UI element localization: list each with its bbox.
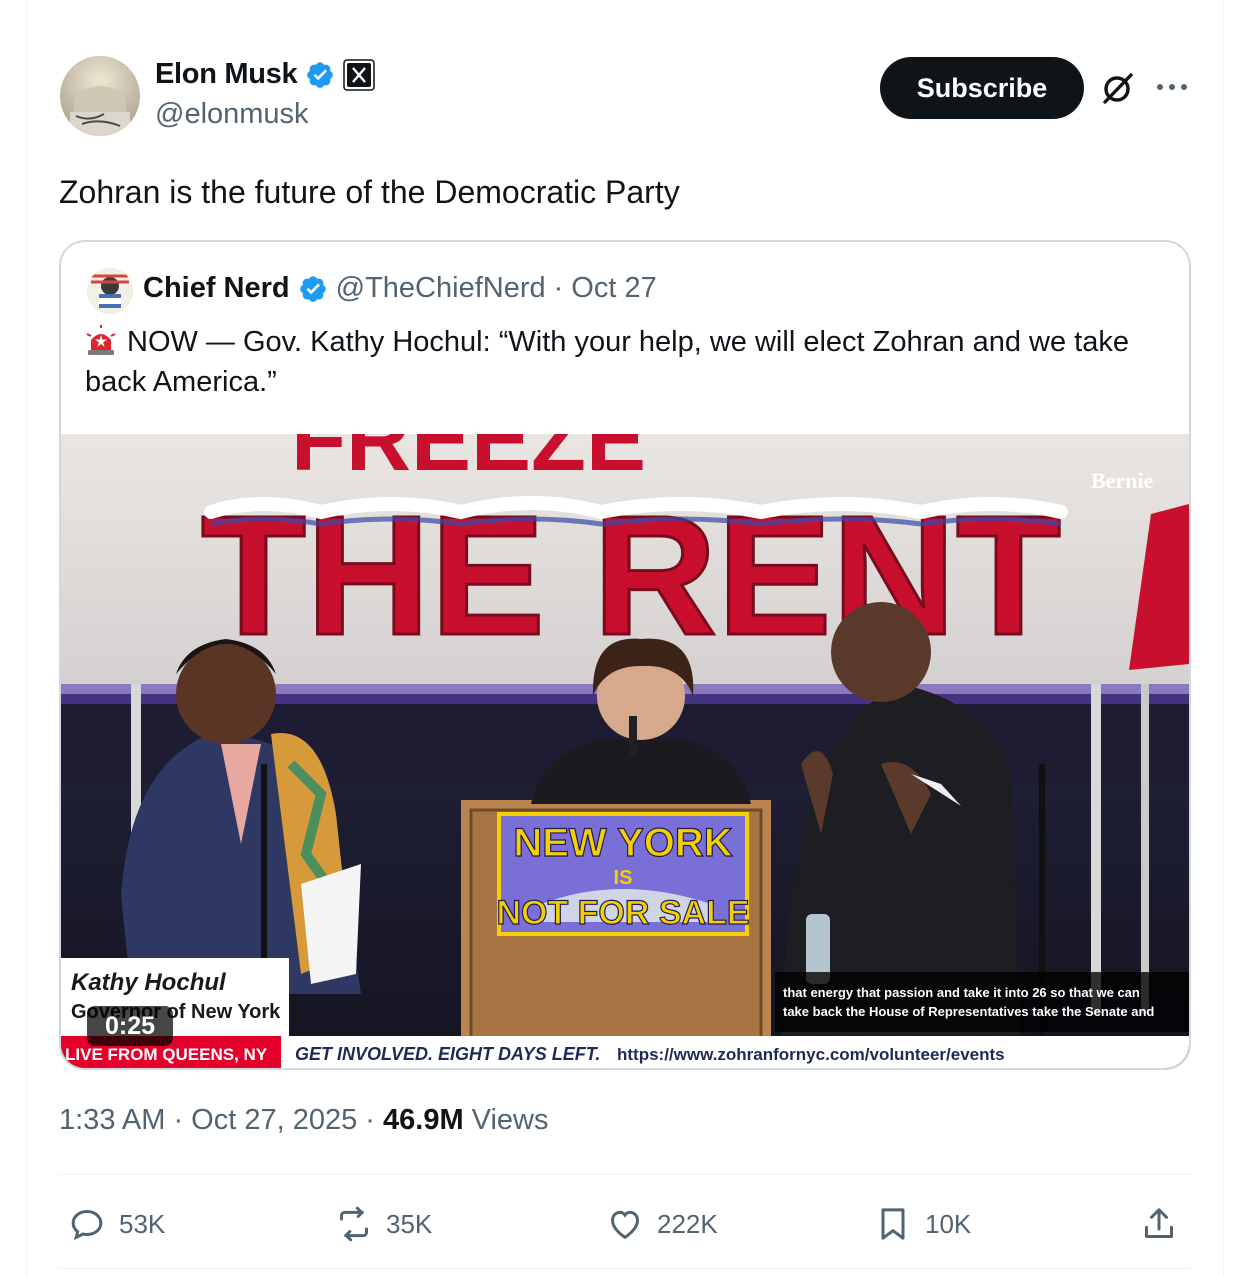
like-button[interactable]: 222K <box>605 1196 718 1252</box>
repost-button[interactable]: 35K <box>334 1196 432 1252</box>
like-count: 222K <box>657 1208 718 1239</box>
verified-badge-icon <box>307 61 334 88</box>
ticker-url: https://www.zohranfornyc.com/volunteer/e… <box>617 1045 1005 1064</box>
live-label: LIVE FROM QUEENS, NY <box>65 1045 268 1064</box>
watermark-text: Bernie <box>1091 468 1154 493</box>
repost-count: 35K <box>386 1208 433 1239</box>
ticker-text: GET INVOLVED. EIGHT DAYS LEFT. <box>295 1044 600 1064</box>
video-frame: FREEZE THE RENT Bernie NEW YORK IS NOT F… <box>61 434 1189 1068</box>
grok-icon[interactable] <box>1100 70 1136 106</box>
author-name[interactable]: Elon Musk <box>155 58 298 91</box>
lower-third-name: Kathy Hochul <box>71 969 227 996</box>
reply-count: 53K <box>119 1208 166 1239</box>
repost-icon <box>340 1206 368 1242</box>
x-affiliate-icon[interactable] <box>343 58 376 91</box>
post-timestamp: 1:33 AM · Oct 27, 2025 · 46.9M Views <box>59 1104 549 1137</box>
caption-line-2: take back the House of Representatives t… <box>783 1004 1154 1019</box>
author-name-row: Elon Musk <box>155 58 376 91</box>
quoted-text: NOW — Gov. Kathy Hochul: “With your help… <box>85 326 1129 398</box>
share-button[interactable] <box>1139 1196 1179 1252</box>
quoted-header: Chief Nerd @TheChiefNerd · Oct 27 <box>143 272 657 305</box>
divider <box>59 1268 1191 1269</box>
video-player[interactable]: FREEZE THE RENT Bernie NEW YORK IS NOT F… <box>61 434 1189 1068</box>
quoted-post[interactable]: Chief Nerd @TheChiefNerd · Oct 27 NOW — … <box>59 240 1191 1070</box>
podium-line-3: NOT FOR SALE <box>496 894 749 932</box>
subscribe-button[interactable]: Subscribe <box>880 57 1084 119</box>
bookmark-count: 10K <box>925 1208 972 1239</box>
quoted-date[interactable]: Oct 27 <box>571 272 656 305</box>
podium-line-2: IS <box>614 867 633 889</box>
author-handle[interactable]: @elonmusk <box>155 98 309 131</box>
post-text: Zohran is the future of the Democratic P… <box>59 174 680 210</box>
like-icon <box>610 1210 640 1240</box>
timestamp-text[interactable]: 1:33 AM · Oct 27, 2025 · <box>59 1104 383 1136</box>
podium-line-1: NEW YORK <box>513 821 732 865</box>
caption-line-1: that energy that passion and take it int… <box>783 985 1140 1000</box>
reply-icon <box>71 1209 103 1241</box>
meta-separator: · <box>553 272 564 304</box>
more-icon[interactable] <box>1154 72 1190 102</box>
quoted-author-name[interactable]: Chief Nerd <box>143 272 290 305</box>
views-label: Views <box>463 1104 549 1136</box>
share-icon <box>1145 1208 1173 1238</box>
author-avatar[interactable] <box>60 56 140 136</box>
video-duration: 0:25 <box>87 1006 173 1046</box>
bookmark-icon <box>881 1208 905 1240</box>
divider <box>59 1174 1191 1175</box>
siren-icon <box>86 325 116 355</box>
reply-button[interactable]: 53K <box>67 1196 165 1252</box>
quoted-author-avatar[interactable] <box>87 268 133 314</box>
quoted-text-block: NOW — Gov. Kathy Hochul: “With your help… <box>85 322 1165 402</box>
views-count: 46.9M <box>383 1104 464 1136</box>
bookmark-button[interactable]: 10K <box>873 1196 971 1252</box>
quoted-author-handle[interactable]: @TheChiefNerd <box>336 272 546 305</box>
verified-badge-icon <box>299 275 326 302</box>
action-bar: 53K 35K 222K 10K <box>59 1196 1191 1256</box>
